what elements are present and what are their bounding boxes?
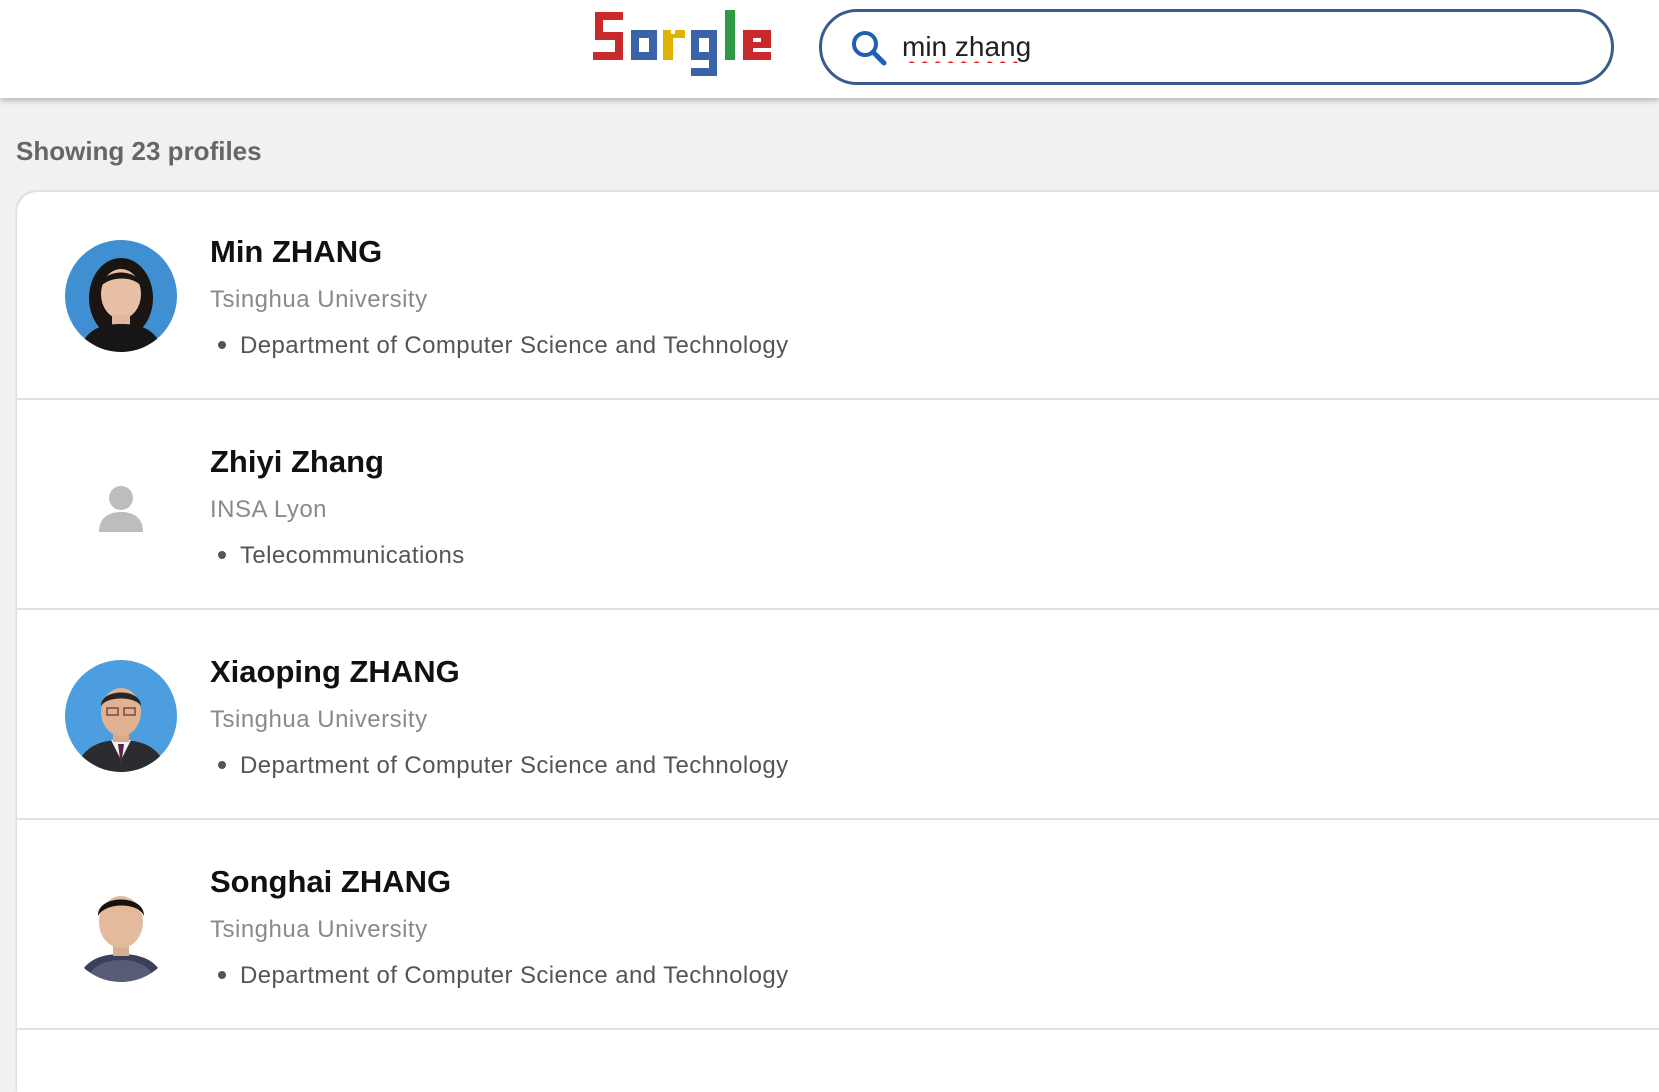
profile-department-text: Telecommunications: [240, 542, 465, 569]
bullet: [218, 341, 226, 350]
top-bar: [0, 0, 1659, 98]
profile-department: Department of Computer Science and Techn…: [210, 332, 789, 360]
bullet: [218, 551, 226, 560]
profile-department-text: Department of Computer Science and Techn…: [240, 752, 789, 779]
person-placeholder-icon: [65, 450, 177, 562]
profile-name[interactable]: Min ZHANG: [210, 234, 382, 270]
profile-card[interactable]: Min ZHANG Tsinghua University Department…: [17, 192, 1659, 400]
search-icon[interactable]: [849, 28, 889, 68]
profile-organization: INSA Lyon: [210, 496, 328, 523]
profile-department-text: Department of Computer Science and Techn…: [240, 332, 789, 359]
search-bar[interactable]: [819, 9, 1614, 85]
profile-department: Department of Computer Science and Techn…: [210, 962, 789, 990]
profile-card[interactable]: Zhiyi Zhang INSA Lyon Telecommunications: [17, 402, 1659, 610]
avatar[interactable]: [65, 240, 177, 352]
profile-department: Department of Computer Science and Techn…: [210, 752, 789, 780]
bullet: [218, 761, 226, 770]
profile-department-text: Department of Computer Science and Techn…: [240, 962, 789, 989]
profile-card[interactable]: Songhai ZHANG Tsinghua University Depart…: [17, 822, 1659, 1030]
profile-name[interactable]: Zhiyi Zhang: [210, 444, 384, 480]
profile-card[interactable]: Xiaoping ZHANG Tsinghua University Depar…: [17, 612, 1659, 820]
bullet: [218, 971, 226, 980]
avatar[interactable]: [65, 870, 177, 982]
profile-name[interactable]: Xiaoping ZHANG: [210, 654, 460, 690]
avatar[interactable]: [65, 660, 177, 772]
sorgle-logo[interactable]: [589, 4, 784, 88]
results-count: Showing 23 profiles: [16, 136, 262, 166]
profile-department: Telecommunications: [210, 542, 465, 570]
profile-organization: Tsinghua University: [210, 286, 428, 313]
profile-organization: Tsinghua University: [210, 706, 428, 733]
profile-name[interactable]: Songhai ZHANG: [210, 864, 451, 900]
search-input[interactable]: [902, 24, 1582, 70]
profile-organization: Tsinghua University: [210, 916, 428, 943]
